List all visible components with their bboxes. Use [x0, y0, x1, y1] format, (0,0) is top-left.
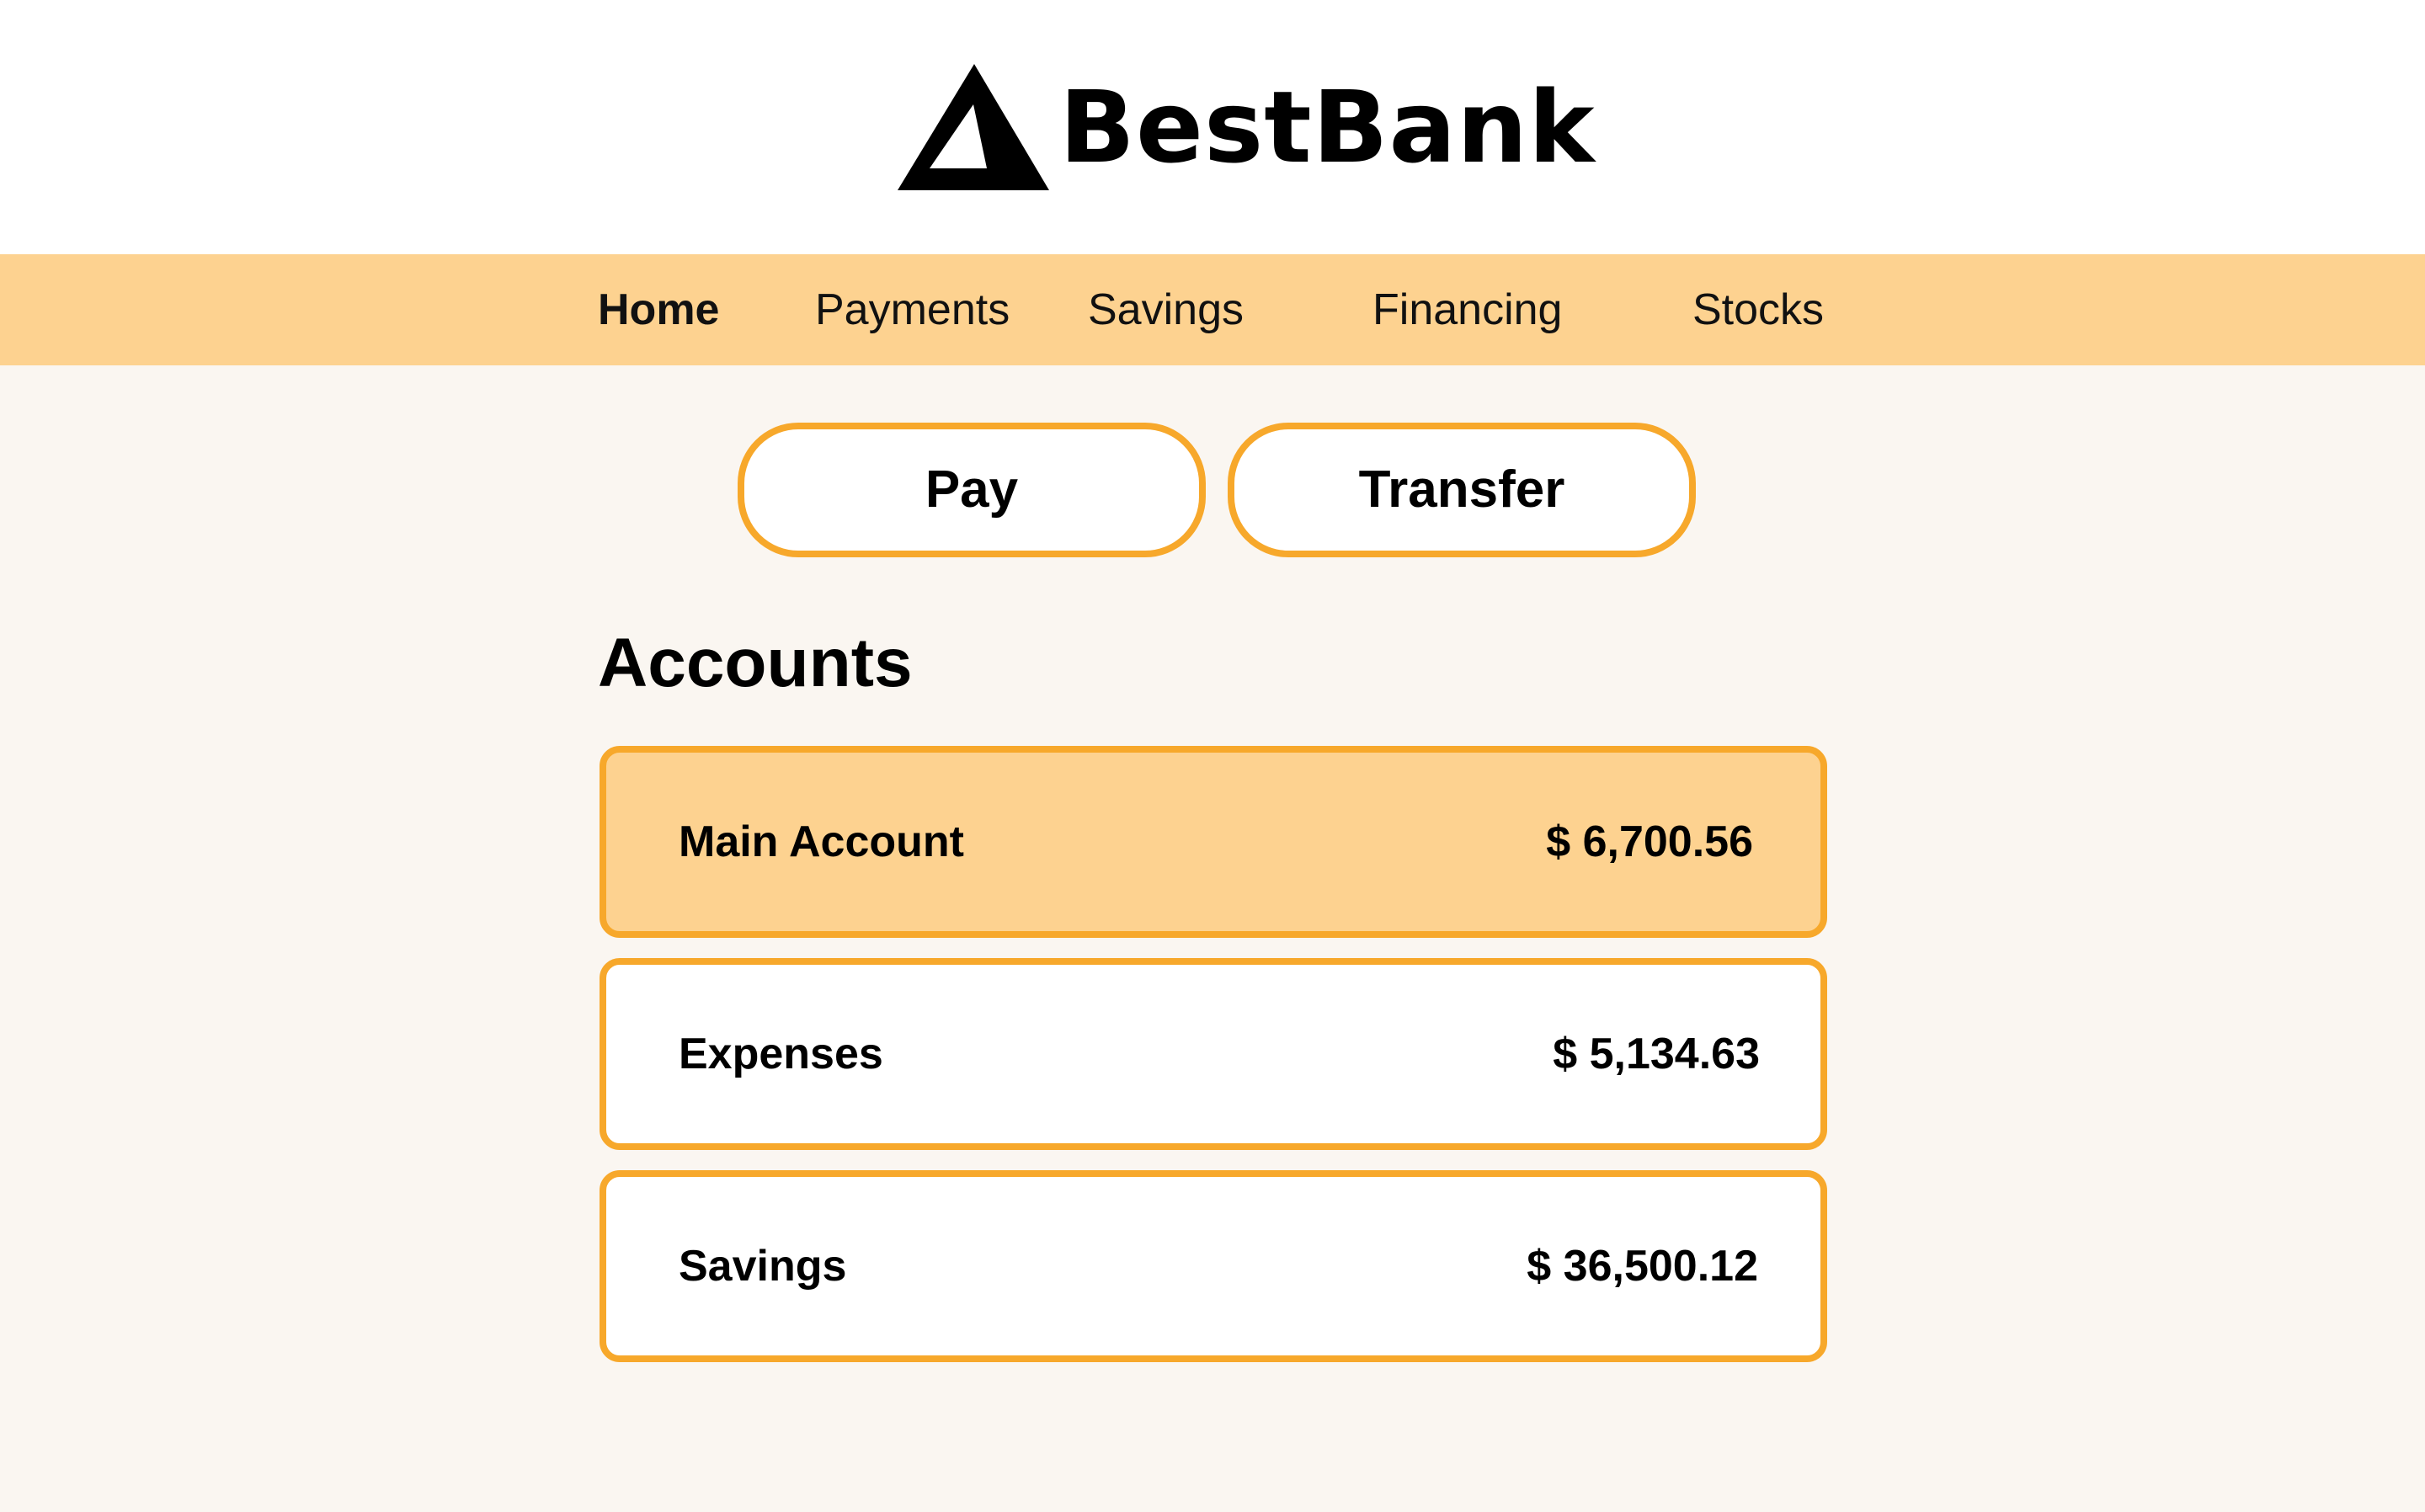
nav-item-stocks[interactable]: Stocks — [1692, 254, 1824, 365]
account-card-expenses[interactable]: Expenses $ 5,134.63 — [600, 958, 1827, 1150]
account-balance: $ 6,700.56 — [1546, 817, 1753, 866]
brand-name: BestBank — [1059, 69, 1596, 185]
pay-button[interactable]: Pay — [738, 423, 1206, 557]
account-balance: $ 5,134.63 — [1553, 1030, 1760, 1078]
nav-item-payments[interactable]: Payments — [815, 254, 1010, 365]
account-balance: $ 36,500.12 — [1527, 1242, 1758, 1291]
transfer-button[interactable]: Transfer — [1228, 423, 1696, 557]
site-header: BestBank — [0, 0, 2425, 254]
account-name: Expenses — [679, 1030, 883, 1078]
brand-logo[interactable]: BestBank — [898, 64, 1596, 190]
accounts-title: Accounts — [598, 625, 913, 701]
triangle-logo-icon — [898, 64, 1049, 190]
account-card-savings[interactable]: Savings $ 36,500.12 — [600, 1170, 1827, 1362]
main-nav: Home Payments Savings Financing Stocks — [0, 254, 2425, 365]
nav-item-savings[interactable]: Savings — [1088, 254, 1244, 365]
nav-item-financing[interactable]: Financing — [1372, 254, 1562, 365]
account-name: Savings — [679, 1242, 847, 1291]
account-name: Main Account — [679, 817, 964, 866]
nav-item-home[interactable]: Home — [598, 254, 719, 365]
account-card-main[interactable]: Main Account $ 6,700.56 — [600, 746, 1827, 938]
